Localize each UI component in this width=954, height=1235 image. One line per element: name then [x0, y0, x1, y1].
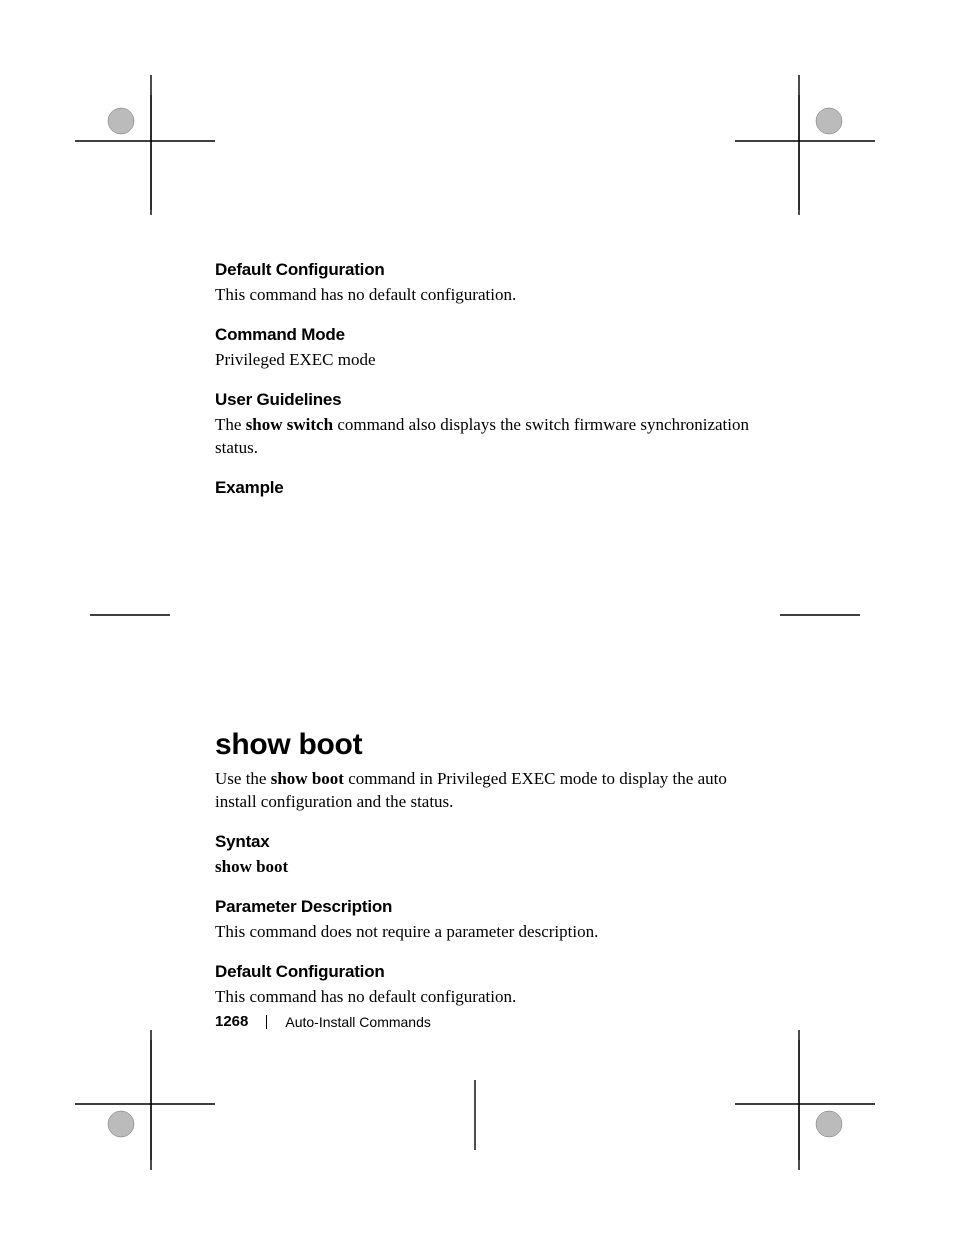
- cropmark-verticals: [0, 0, 954, 1235]
